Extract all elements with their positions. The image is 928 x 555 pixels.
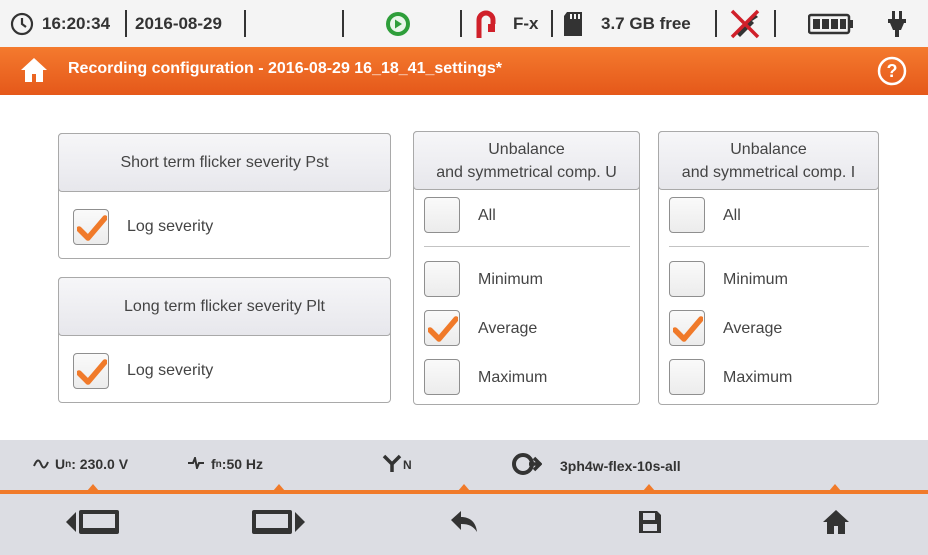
config-content: Short term flicker severity Pst Log seve…	[0, 95, 928, 440]
notch	[643, 484, 655, 491]
battery-icon	[808, 0, 854, 47]
unb-u-min-checkbox[interactable]	[424, 261, 460, 297]
unb-i-title-line2: and symmetrical comp. I	[681, 163, 856, 181]
bottom-toolbar	[0, 494, 928, 555]
unb-u-title-line1: Unbalance	[488, 140, 565, 158]
clamp-settings-icon	[512, 452, 543, 479]
plt-log-label: Log severity	[127, 362, 214, 379]
status-date: 2016-08-29	[135, 13, 222, 33]
panel-plt-title: Long term flicker severity Plt	[58, 277, 391, 336]
divider	[424, 246, 630, 247]
unb-i-avg-checkbox[interactable]	[669, 310, 705, 346]
divider	[669, 246, 869, 247]
checkmark-icon	[428, 316, 458, 342]
unb-u-max-label: Maximum	[478, 369, 548, 386]
unb-u-avg-checkbox[interactable]	[424, 310, 460, 346]
unb-u-all-label: All	[478, 207, 496, 224]
title-bar: Recording configuration - 2016-08-29 16_…	[0, 47, 928, 95]
plt-log-checkbox[interactable]	[73, 353, 109, 389]
settings-profile: 3ph4w-flex-10s-all	[512, 452, 681, 479]
unb-i-min-label: Minimum	[723, 271, 788, 288]
pst-log-checkbox[interactable]	[73, 209, 109, 245]
notch	[87, 484, 99, 491]
clock-icon	[10, 0, 34, 47]
floppy-disk-icon	[638, 510, 662, 539]
nominal-frequency: f n:50 Hz	[187, 454, 263, 472]
checkmark-icon	[673, 316, 703, 342]
back-arrow-icon	[450, 510, 478, 539]
clamp-icon	[475, 0, 497, 47]
notch	[829, 484, 841, 491]
nominal-voltage: Un: 230.0 V	[33, 456, 128, 472]
panel-unbalance-i: Unbalance and symmetrical comp. I All Mi…	[658, 131, 879, 405]
svg-text:?: ?	[887, 61, 898, 81]
previous-screen-icon	[65, 507, 121, 542]
checkmark-icon	[77, 359, 107, 385]
next-screen-icon	[250, 507, 306, 542]
help-icon[interactable]: ?	[877, 56, 907, 91]
network-type: N	[381, 452, 412, 477]
home-button[interactable]	[743, 494, 928, 555]
unb-i-max-checkbox[interactable]	[669, 359, 705, 395]
info-bar: Un: 230.0 V f n:50 Hz N 3ph4w-flex-10s-al…	[0, 440, 928, 490]
unb-i-avg-label: Average	[723, 320, 783, 337]
unb-i-title-line1: Unbalance	[730, 140, 807, 158]
pst-log-label: Log severity	[127, 218, 214, 235]
storage-free: 3.7 GB free	[601, 13, 691, 33]
notch	[458, 484, 470, 491]
unb-i-all-checkbox[interactable]	[669, 197, 705, 233]
clamp-type: F-x	[513, 13, 539, 33]
status-bar: 16:20:34 2016-08-29 F-x 3.7 GB free	[0, 0, 928, 47]
ac-wave-icon	[33, 456, 49, 472]
network-y-icon	[381, 452, 403, 477]
home-icon	[822, 509, 850, 540]
usb-disconnected-icon	[728, 0, 762, 47]
unb-u-max-checkbox[interactable]	[424, 359, 460, 395]
notch	[273, 484, 285, 491]
unb-i-all-label: All	[723, 207, 741, 224]
panel-unbalance-u-title: Unbalance and symmetrical comp. U	[413, 131, 640, 190]
unb-u-avg-label: Average	[478, 320, 538, 337]
power-plug-icon	[887, 0, 907, 47]
save-button[interactable]	[557, 494, 743, 555]
unb-u-title-line2: and symmetrical comp. U	[436, 163, 617, 181]
home-icon[interactable]	[20, 57, 48, 88]
page-title: Recording configuration - 2016-08-29 16_…	[68, 60, 502, 77]
unb-i-min-checkbox[interactable]	[669, 261, 705, 297]
panel-unbalance-u: Unbalance and symmetrical comp. U All Mi…	[413, 131, 640, 405]
unb-i-max-label: Maximum	[723, 369, 793, 386]
next-screen-button[interactable]	[185, 494, 371, 555]
panel-pst-title: Short term flicker severity Pst	[58, 133, 391, 192]
recording-play-icon[interactable]	[385, 0, 411, 47]
checkmark-icon	[77, 215, 107, 241]
frequency-wave-icon	[187, 454, 205, 472]
unb-u-min-label: Minimum	[478, 271, 543, 288]
sd-card-icon	[563, 0, 583, 47]
back-button[interactable]	[371, 494, 557, 555]
profile-name: 3ph4w-flex-10s-all	[560, 457, 681, 474]
previous-screen-button[interactable]	[0, 494, 185, 555]
panel-pst: Short term flicker severity Pst Log seve…	[58, 133, 391, 259]
unb-u-all-checkbox[interactable]	[424, 197, 460, 233]
panel-unbalance-i-title: Unbalance and symmetrical comp. I	[658, 131, 879, 190]
status-time: 16:20:34	[42, 13, 111, 33]
panel-plt: Long term flicker severity Plt Log sever…	[58, 277, 391, 403]
